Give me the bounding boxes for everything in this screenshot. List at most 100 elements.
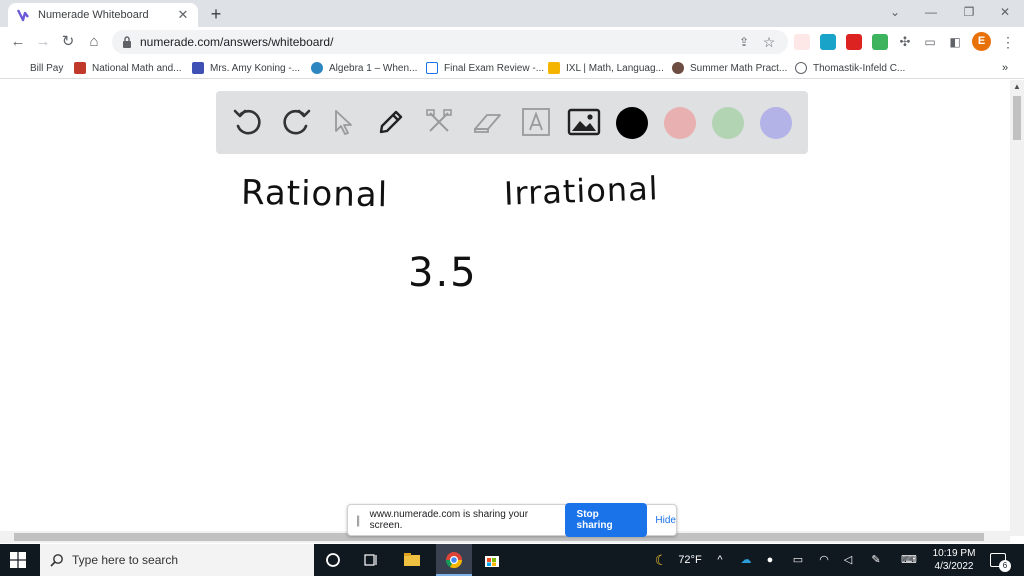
microphone-icon[interactable]: ● — [762, 544, 778, 576]
profile-avatar[interactable]: E — [972, 32, 991, 51]
undo-icon[interactable] — [231, 105, 265, 139]
wifi-icon[interactable]: ◠ — [816, 544, 832, 576]
bookmark-item[interactable]: Mrs. Amy Koning -... — [192, 60, 300, 76]
extension-screencast-icon[interactable] — [794, 34, 810, 50]
battery-icon[interactable]: ▭ — [790, 544, 806, 576]
store-icon[interactable] — [482, 550, 502, 570]
color-swatch-pink[interactable] — [664, 107, 696, 139]
vertical-scroll-thumb[interactable] — [1013, 96, 1021, 140]
share-page-icon[interactable]: ⇪ — [734, 32, 754, 52]
notification-count-badge: 6 — [999, 560, 1011, 572]
vertical-scrollbar[interactable]: ▲ — [1010, 80, 1024, 536]
weather-temperature[interactable]: 72°F — [674, 544, 706, 576]
file-explorer-icon[interactable] — [402, 550, 422, 570]
bookmark-star-icon[interactable]: ☆ — [759, 32, 779, 52]
tab-close-icon[interactable]: ✕ — [176, 8, 190, 22]
extensions-puzzle-icon[interactable]: ✣ — [895, 32, 915, 52]
bookmark-classroom-icon — [192, 62, 204, 74]
system-clock[interactable]: 10:19 PM 4/3/2022 — [928, 547, 980, 573]
bookmark-label: Algebra 1 – When... — [329, 62, 418, 74]
onedrive-icon[interactable]: ☁ — [738, 544, 754, 576]
bookmark-x-icon — [74, 62, 86, 74]
extension-teal-icon[interactable] — [820, 34, 836, 50]
extension-pdf-icon[interactable] — [846, 34, 862, 50]
forward-button[interactable]: → — [33, 32, 53, 52]
home-button[interactable]: ⌂ — [84, 32, 104, 52]
image-icon[interactable] — [567, 105, 601, 139]
weather-moon-icon[interactable]: ☾ — [652, 544, 670, 576]
url-text: numerade.com/answers/whiteboard/ — [140, 35, 334, 49]
redo-icon[interactable] — [279, 105, 313, 139]
clock-time: 10:19 PM — [932, 548, 976, 559]
more-bookmarks-button[interactable]: » — [1002, 60, 1008, 76]
bookmark-item[interactable]: Summer Math Pract... — [672, 60, 787, 76]
volume-icon[interactable]: ◁ — [840, 544, 856, 576]
hide-banner-link[interactable]: Hide — [655, 515, 676, 526]
windows-start-icon[interactable] — [10, 552, 26, 568]
color-swatch-green[interactable] — [712, 107, 744, 139]
handwritten-heading-rational: Rational — [240, 172, 389, 216]
menu-kebab-icon[interactable]: ⋮ — [998, 32, 1018, 52]
bookmark-label: Summer Math Pract... — [690, 62, 788, 74]
tab-strip: Numerade Whiteboard ✕ + ⌄ — ❐ ✕ — [0, 0, 1024, 27]
taskbar-search-box[interactable]: Type here to search — [40, 544, 314, 576]
stop-sharing-button[interactable]: Stop sharing — [564, 503, 648, 537]
bookmark-ixl-icon — [548, 62, 560, 74]
close-window-button[interactable]: ✕ — [986, 0, 1024, 27]
search-icon — [50, 554, 63, 567]
cast-icon[interactable]: ▭ — [920, 32, 940, 52]
color-swatch-black[interactable] — [616, 107, 648, 139]
task-view-icon[interactable] — [361, 550, 381, 570]
bookmark-wordpress-icon — [311, 62, 323, 74]
side-panel-icon[interactable]: ◧ — [945, 32, 965, 52]
minimize-button[interactable]: — — [912, 0, 950, 27]
pen-workspace-icon[interactable]: ✎ — [868, 544, 884, 576]
text-icon[interactable] — [519, 105, 553, 139]
bookmark-item[interactable]: Algebra 1 – When... — [311, 60, 417, 76]
bookmark-label: Final Exam Review -... — [444, 62, 545, 74]
pen-icon[interactable] — [374, 105, 408, 139]
new-tab-button[interactable]: + — [206, 4, 226, 24]
screen-share-banner: || www.numerade.com is sharing your scre… — [347, 503, 677, 537]
handwritten-heading-irrational: Irrational — [503, 169, 660, 213]
color-swatch-lavender[interactable] — [760, 107, 792, 139]
scroll-up-arrow-icon[interactable]: ▲ — [1010, 80, 1024, 94]
tab-title: Numerade Whiteboard — [38, 9, 149, 21]
chrome-icon[interactable] — [444, 550, 464, 570]
bookmark-label: Bill Pay — [30, 62, 64, 74]
notifications-icon[interactable]: 6 — [990, 553, 1011, 572]
keyboard-icon[interactable]: ⌨ — [900, 544, 918, 576]
show-hidden-icons-chevron-icon[interactable]: ^ — [712, 544, 728, 576]
bookmark-item[interactable]: National Math and... — [74, 60, 182, 76]
screen: Numerade Whiteboard ✕ + ⌄ — ❐ ✕ ← → ↻ ⌂ … — [0, 0, 1024, 576]
bookmark-item[interactable]: IXL | Math, Languag... — [548, 60, 664, 76]
drag-handle-icon[interactable]: || — [356, 513, 366, 527]
clock-date: 4/3/2022 — [934, 561, 974, 572]
tools-icon[interactable] — [422, 105, 456, 139]
reload-button[interactable]: ↻ — [58, 32, 78, 52]
browser-toolbar: ← → ↻ ⌂ numerade.com/answers/whiteboard/… — [0, 27, 1024, 57]
handwritten-number: 3.5 — [408, 250, 478, 296]
bookmark-label: IXL | Math, Languag... — [566, 62, 664, 74]
bookmark-summer-icon — [672, 62, 684, 74]
tab-numerade-whiteboard[interactable]: Numerade Whiteboard ✕ — [8, 3, 198, 27]
pointer-icon[interactable] — [326, 105, 360, 139]
bookmark-globe-icon — [795, 62, 807, 74]
bookmark-label: Thomastik-Infeld C... — [813, 62, 906, 74]
extension-green-icon[interactable] — [872, 34, 888, 50]
taskbar: Type here to search ☾ 72°F ^ ☁ ● ▭ ◠ ◁ ✎ — [0, 544, 1024, 576]
eraser-icon[interactable] — [470, 105, 504, 139]
restore-button[interactable]: ❐ — [950, 0, 988, 27]
bookmark-doc-icon — [426, 62, 438, 74]
cortana-icon[interactable] — [323, 550, 343, 570]
back-button[interactable]: ← — [8, 32, 28, 52]
bookmark-item[interactable]: Final Exam Review -... — [426, 60, 544, 76]
address-bar[interactable]: numerade.com/answers/whiteboard/ — [112, 30, 788, 54]
tab-search-chevron-icon[interactable]: ⌄ — [876, 0, 914, 27]
bookmarks-bar: Bill Pay National Math and... Mrs. Amy K… — [0, 57, 1024, 79]
bookmark-item[interactable]: Thomastik-Infeld C... — [795, 60, 905, 76]
search-placeholder: Type here to search — [72, 553, 179, 567]
lock-icon — [123, 36, 131, 48]
numerade-logo-icon — [16, 9, 29, 22]
bookmark-item[interactable]: Bill Pay — [30, 60, 63, 76]
